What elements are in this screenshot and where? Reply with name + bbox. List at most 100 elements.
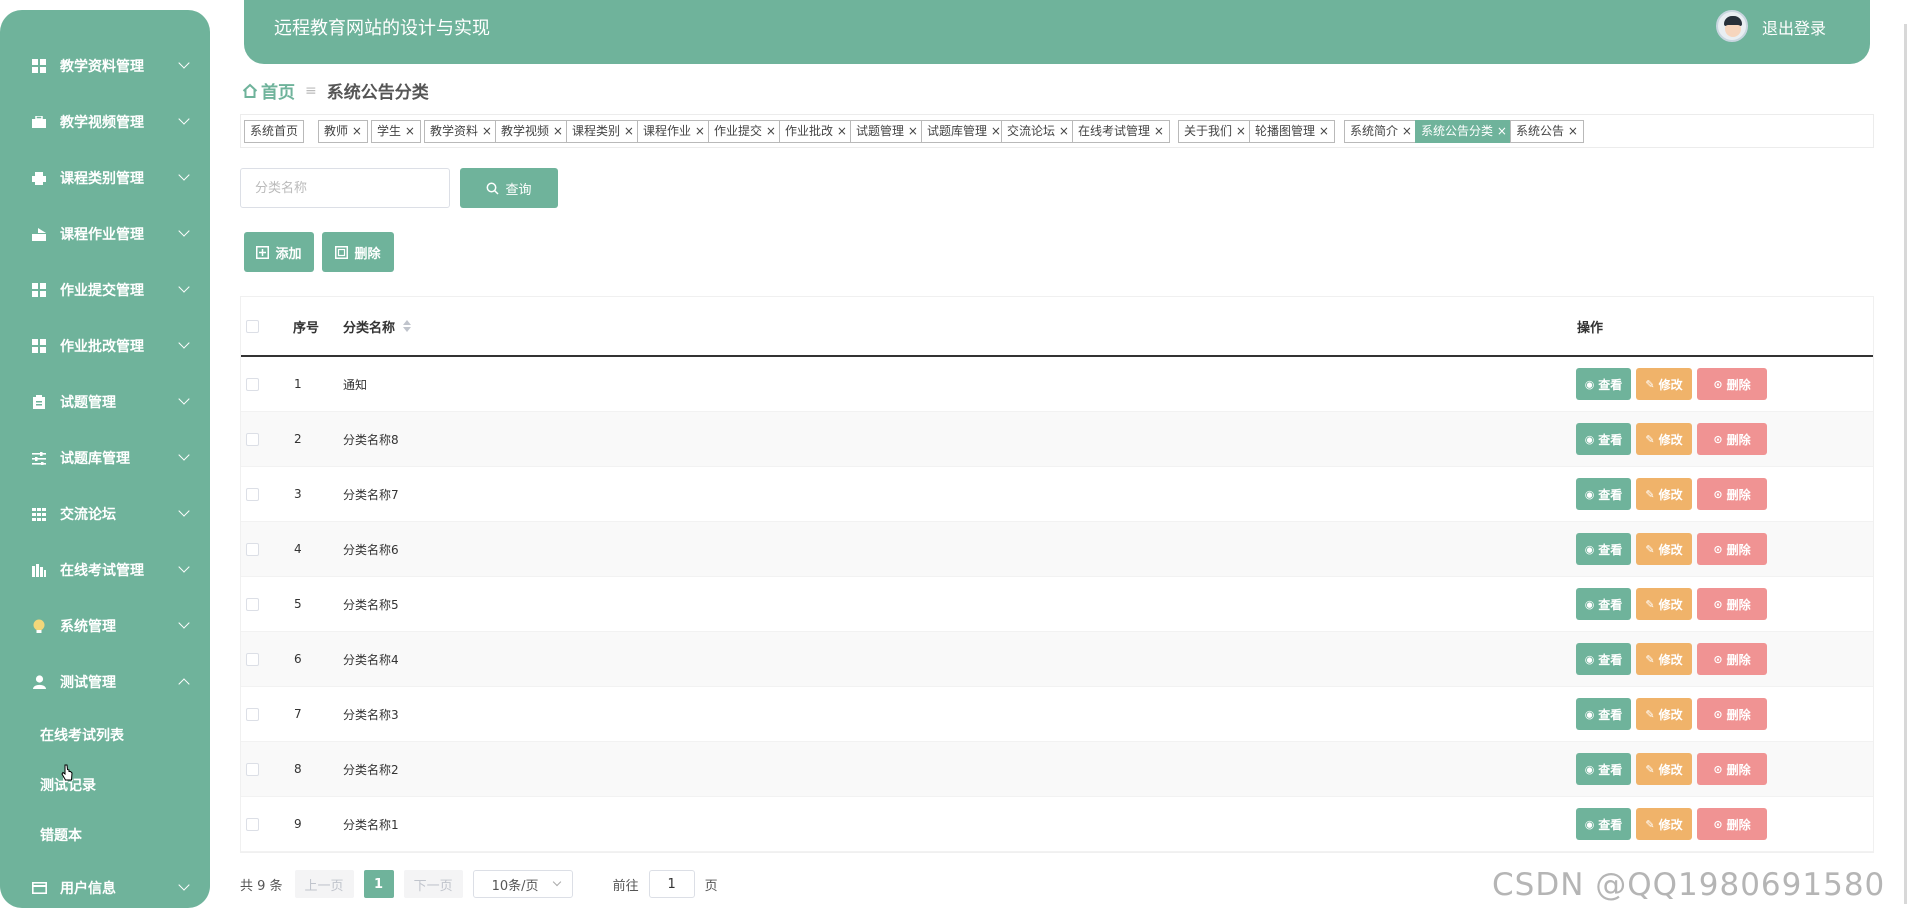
close-icon[interactable]: × (904, 124, 918, 138)
close-icon[interactable]: × (1055, 124, 1069, 138)
tag-item[interactable]: 系统公告 × (1510, 120, 1584, 143)
tag-item[interactable]: 课程类别 × (566, 120, 640, 143)
sidebar-item-homework-grading[interactable]: 作业批改管理 (0, 318, 210, 374)
prev-page-button[interactable]: 上一页 (294, 870, 354, 898)
close-icon[interactable]: × (762, 124, 776, 138)
close-icon[interactable]: × (478, 124, 492, 138)
row-checkbox[interactable] (246, 378, 259, 391)
delete-button[interactable]: ⊙ 删除 (1697, 533, 1767, 565)
sidebar-item-test[interactable]: 测试管理 (0, 654, 210, 710)
edit-button[interactable]: ✎ 修改 (1636, 698, 1692, 730)
query-button[interactable]: 查询 (460, 168, 558, 208)
tag-item[interactable]: 作业提交 × (708, 120, 782, 143)
sidebar-item-online-exam[interactable]: 在线考试管理 (0, 542, 210, 598)
next-page-button[interactable]: 下一页 (403, 870, 463, 898)
view-button[interactable]: ◉ 查看 (1576, 368, 1631, 400)
logout-link[interactable]: 退出登录 (1762, 15, 1826, 39)
close-icon[interactable]: × (620, 124, 634, 138)
edit-button[interactable]: ✎ 修改 (1636, 423, 1692, 455)
delete-button[interactable]: ⊙ 删除 (1697, 698, 1767, 730)
tag-item[interactable]: 学生 × (371, 120, 421, 143)
view-button[interactable]: ◉ 查看 (1576, 698, 1631, 730)
tag-item[interactable]: 系统简介 × (1344, 120, 1418, 143)
delete-button[interactable]: ⊙ 删除 (1697, 588, 1767, 620)
sidebar-subitem-test-records[interactable]: 测试记录 (0, 760, 210, 810)
edit-button[interactable]: ✎ 修改 (1636, 808, 1692, 840)
avatar[interactable] (1716, 10, 1748, 42)
sidebar-item-forum[interactable]: 交流论坛 (0, 486, 210, 542)
tag-item[interactable]: 在线考试管理 × (1072, 120, 1170, 143)
close-icon[interactable]: × (401, 124, 415, 138)
row-checkbox[interactable] (246, 488, 259, 501)
view-button[interactable]: ◉ 查看 (1576, 478, 1631, 510)
sidebar-item-homework-submit[interactable]: 作业提交管理 (0, 262, 210, 318)
close-icon[interactable]: × (1564, 124, 1578, 138)
row-checkbox[interactable] (246, 543, 259, 556)
close-icon[interactable]: × (1232, 124, 1246, 138)
select-all-checkbox[interactable] (246, 320, 259, 333)
delete-button[interactable]: ⊙ 删除 (1697, 423, 1767, 455)
tag-item[interactable]: 试题库管理 × (921, 120, 1007, 143)
close-icon[interactable]: × (1493, 124, 1507, 138)
sidebar-item-teaching-materials[interactable]: 教学资料管理 (0, 38, 210, 94)
view-button[interactable]: ◉ 查看 (1576, 753, 1631, 785)
sort-icon[interactable] (403, 320, 412, 332)
edit-button[interactable]: ✎ 修改 (1636, 478, 1692, 510)
edit-button[interactable]: ✎ 修改 (1636, 368, 1692, 400)
delete-button[interactable]: ⊙ 删除 (1697, 643, 1767, 675)
sidebar-item-questions[interactable]: 试题管理 (0, 374, 210, 430)
view-button[interactable]: ◉ 查看 (1576, 533, 1631, 565)
row-checkbox[interactable] (246, 653, 259, 666)
view-button[interactable]: ◉ 查看 (1576, 588, 1631, 620)
delete-button[interactable]: ⊙ 删除 (1697, 753, 1767, 785)
row-checkbox[interactable] (246, 763, 259, 776)
page-number-current[interactable]: 1 (363, 870, 394, 898)
sidebar-item-user-info[interactable]: 用户信息 (0, 860, 210, 916)
category-name-search-input[interactable] (240, 168, 450, 208)
sidebar-item-course-categories[interactable]: 课程类别管理 (0, 150, 210, 206)
tag-item[interactable]: 交流论坛 × (1001, 120, 1075, 143)
goto-page-input[interactable]: 1 (648, 870, 695, 898)
sidebar-subitem-online-exam-list[interactable]: 在线考试列表 (0, 710, 210, 760)
view-button[interactable]: ◉ 查看 (1576, 643, 1631, 675)
tag-item[interactable]: 试题管理 × (850, 120, 924, 143)
view-button[interactable]: ◉ 查看 (1576, 423, 1631, 455)
delete-button[interactable]: ⊙ 删除 (1697, 478, 1767, 510)
close-icon[interactable]: × (987, 124, 1001, 138)
sidebar-item-course-homework[interactable]: 课程作业管理 (0, 206, 210, 262)
row-checkbox[interactable] (246, 818, 259, 831)
tag-item[interactable]: 作业批改 × (779, 120, 853, 143)
breadcrumb-home[interactable]: 首页 (261, 78, 295, 103)
tag-item[interactable]: 关于我们 × (1178, 120, 1252, 143)
edit-button[interactable]: ✎ 修改 (1636, 643, 1692, 675)
close-icon[interactable]: × (1315, 124, 1329, 138)
delete-button[interactable]: ⊙ 删除 (1697, 368, 1767, 400)
tag-item[interactable]: 轮播图管理 × (1249, 120, 1335, 143)
sidebar-item-question-bank[interactable]: 试题库管理 (0, 430, 210, 486)
close-icon[interactable]: × (1398, 124, 1412, 138)
close-icon[interactable]: × (691, 124, 705, 138)
add-button[interactable]: 添加 (244, 232, 314, 272)
sidebar-item-teaching-videos[interactable]: 教学视频管理 (0, 94, 210, 150)
row-checkbox[interactable] (246, 598, 259, 611)
row-checkbox[interactable] (246, 708, 259, 721)
edit-button[interactable]: ✎ 修改 (1636, 753, 1692, 785)
tag-item[interactable]: 教学资料 × (424, 120, 498, 143)
tag-item[interactable]: 教师 × (318, 120, 368, 143)
header-category-name[interactable]: 分类名称 (343, 297, 412, 355)
tag-item[interactable]: 教学视频 × (495, 120, 569, 143)
close-icon[interactable]: × (833, 124, 847, 138)
edit-button[interactable]: ✎ 修改 (1636, 588, 1692, 620)
page-size-select[interactable]: 10条/页 (472, 870, 573, 898)
batch-delete-button[interactable]: 删除 (322, 232, 394, 272)
sidebar-item-system[interactable]: 系统管理 (0, 598, 210, 654)
sidebar-subitem-wrong-questions[interactable]: 错题本 (0, 810, 210, 860)
delete-button[interactable]: ⊙ 删除 (1697, 808, 1767, 840)
row-checkbox[interactable] (246, 433, 259, 446)
view-button[interactable]: ◉ 查看 (1576, 808, 1631, 840)
close-icon[interactable]: × (549, 124, 563, 138)
tag-item[interactable]: 系统首页 (244, 120, 305, 143)
tag-item[interactable]: 课程作业 × (637, 120, 711, 143)
scrollbar[interactable] (1904, 24, 1907, 904)
edit-button[interactable]: ✎ 修改 (1636, 533, 1692, 565)
